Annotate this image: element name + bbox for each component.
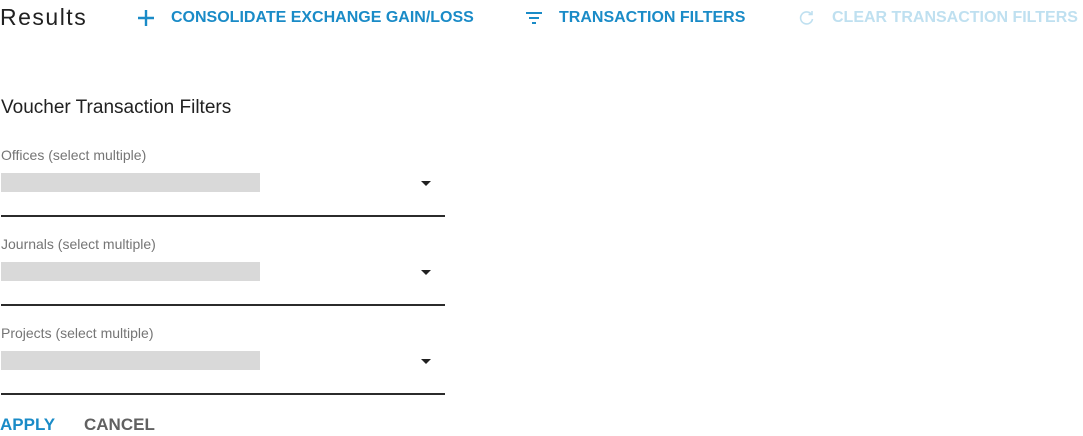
caret-down-icon[interactable]	[420, 265, 432, 277]
filters-section-title: Voucher Transaction Filters	[1, 97, 232, 118]
journals-select-value[interactable]	[1, 262, 260, 281]
plus-icon	[135, 7, 157, 29]
filter-list-icon	[523, 7, 545, 29]
transaction-filters-label: TRANSACTION FILTERS	[559, 9, 746, 26]
apply-button[interactable]: APPLY	[0, 415, 55, 435]
journals-select-underline	[1, 304, 445, 306]
toolbar: Results CONSOLIDATE EXCHANGE GAIN/LOSS T…	[0, 0, 1083, 36]
journals-select-label: Journals (select multiple)	[1, 236, 156, 252]
offices-select-label: Offices (select multiple)	[1, 147, 147, 163]
transaction-filters-button[interactable]: TRANSACTION FILTERS	[523, 0, 745, 36]
consolidate-exchange-label: CONSOLIDATE EXCHANGE GAIN/LOSS	[171, 9, 474, 26]
projects-select-label: Projects (select multiple)	[1, 325, 154, 341]
consolidate-exchange-button[interactable]: CONSOLIDATE EXCHANGE GAIN/LOSS	[135, 0, 474, 36]
clear-transaction-filters-button[interactable]: CLEAR TRANSACTION FILTERS	[796, 0, 1078, 36]
page-title: Results	[0, 4, 88, 30]
projects-select[interactable]: Projects (select multiple)	[1, 325, 445, 395]
journals-select[interactable]: Journals (select multiple)	[1, 236, 445, 306]
caret-down-icon[interactable]	[420, 176, 432, 188]
caret-down-icon[interactable]	[420, 354, 432, 366]
projects-select-value[interactable]	[1, 351, 260, 370]
offices-select-value[interactable]	[1, 173, 260, 192]
cancel-button[interactable]: CANCEL	[84, 415, 155, 435]
offices-select[interactable]: Offices (select multiple)	[1, 147, 445, 217]
clear-transaction-filters-label: CLEAR TRANSACTION FILTERS	[832, 9, 1078, 26]
offices-select-underline	[1, 215, 445, 217]
projects-select-underline	[1, 393, 445, 395]
refresh-icon	[796, 7, 818, 29]
